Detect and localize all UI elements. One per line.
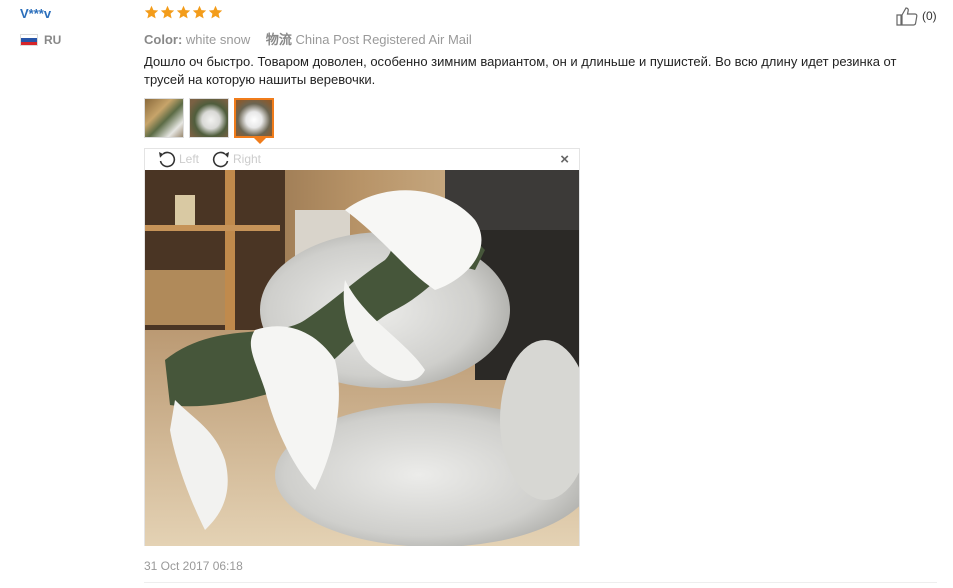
- shipping-label: 物流: [265, 32, 292, 47]
- photo-thumbnail-1[interactable]: [144, 98, 184, 138]
- rotate-left-button[interactable]: Left: [157, 150, 199, 168]
- color-label: Color:: [144, 32, 183, 47]
- thumbs-up-icon[interactable]: [896, 6, 918, 26]
- review-photo: [145, 170, 579, 546]
- helpful-button[interactable]: (0): [896, 6, 937, 26]
- rotate-right-icon: [212, 151, 229, 168]
- review-photo-image: [145, 170, 579, 546]
- review-divider: [144, 582, 937, 583]
- photo-thumbnail-3[interactable]: [234, 98, 274, 138]
- helpful-count: (0): [922, 9, 937, 23]
- star-icon: [176, 5, 191, 19]
- star-icon: [192, 5, 207, 19]
- review-text: Дошло оч быстро. Товаром доволен, особен…: [144, 54, 897, 87]
- review-date: 31 Oct 2017 06:18: [144, 559, 243, 573]
- reviewer-country: RU: [20, 33, 61, 47]
- reviewer-name[interactable]: V***v: [20, 6, 51, 21]
- shipping-value: China Post Registered Air Mail: [295, 32, 472, 47]
- rotate-left-icon: [159, 151, 176, 168]
- rotate-right-label: Right: [233, 152, 262, 166]
- star-rating: [144, 5, 223, 20]
- photo-thumbnails: [144, 98, 274, 138]
- thumbnail-selected-indicator: [254, 138, 266, 144]
- rotate-left-label: Left: [179, 152, 200, 166]
- star-icon: [144, 5, 159, 19]
- photo-viewer: Left Right ×: [144, 148, 580, 546]
- photo-thumbnail-2[interactable]: [189, 98, 229, 138]
- review-meta: Color: white snow 物流 China Post Register…: [144, 29, 472, 48]
- color-value: white snow: [185, 32, 251, 47]
- country-code: RU: [44, 33, 62, 47]
- star-icon: [208, 5, 223, 19]
- close-viewer-button[interactable]: ×: [560, 151, 569, 168]
- viewer-toolbar: Left Right ×: [145, 149, 579, 170]
- rotate-right-button[interactable]: Right: [211, 150, 261, 168]
- russia-flag-icon: [20, 34, 38, 46]
- star-icon: [160, 5, 175, 19]
